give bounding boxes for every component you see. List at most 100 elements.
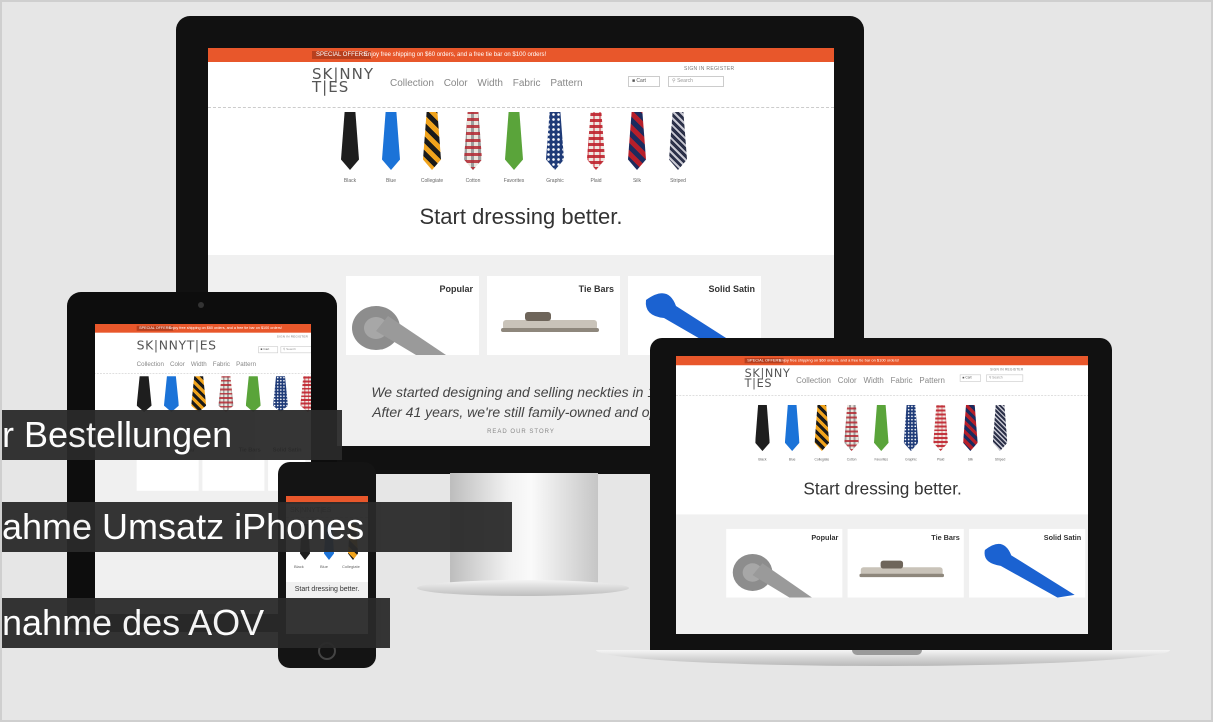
account-links[interactable]: SIGN IN REGISTER — [684, 66, 734, 72]
tie-silk[interactable] — [628, 112, 646, 170]
tie-graphic[interactable] — [903, 404, 919, 452]
nav-collection[interactable]: Collection — [137, 361, 164, 368]
nav-pattern[interactable]: Pattern — [919, 376, 945, 385]
tie-graphic[interactable] — [546, 112, 564, 170]
shipping-banner[interactable]: Enjoy free shipping on $60 orders, and a… — [779, 358, 899, 363]
nav-fabric[interactable]: Fabric — [513, 78, 541, 89]
cart-button[interactable]: ■ Cart — [959, 374, 981, 382]
tie-blue[interactable] — [784, 404, 800, 452]
special-offers-badge[interactable]: SPECIAL OFFERS — [312, 51, 372, 59]
account-links[interactable]: SIGN IN REGISTER — [990, 368, 1023, 372]
tie-favorites[interactable] — [505, 112, 523, 170]
tie-collegiate[interactable] — [423, 112, 441, 170]
nav-width[interactable]: Width — [863, 376, 883, 385]
cart-label: Cart — [263, 347, 270, 352]
nav-width[interactable]: Width — [477, 78, 503, 89]
tie-label: Striped — [670, 178, 686, 184]
tie-graphic[interactable] — [273, 376, 288, 413]
tie-label: Cotton — [465, 178, 481, 184]
main-nav: Collection Color Width Fabric Pattern — [796, 376, 948, 385]
nav-width[interactable]: Width — [191, 361, 207, 368]
tie-plaid[interactable] — [587, 112, 605, 170]
tie-collegiate[interactable] — [814, 404, 830, 452]
tie-label: Plaid — [936, 457, 945, 462]
site-header: SIGN IN REGISTER SK|NNYT|ES Collection C… — [95, 333, 311, 374]
tie-cotton[interactable] — [218, 376, 234, 413]
shipping-banner[interactable]: Enjoy free shipping on $60 orders, and a… — [169, 326, 282, 331]
tie-label: Black — [758, 457, 767, 462]
tie-black[interactable] — [341, 112, 359, 170]
search-input[interactable]: ⚲ Search — [280, 346, 311, 354]
search-input[interactable]: ⚲ Search — [668, 76, 724, 87]
nav-fabric[interactable]: Fabric — [891, 376, 913, 385]
website-laptop: SPECIAL OFFERS Enjoy free shipping on $6… — [676, 356, 1088, 634]
tie-label: Striped — [994, 457, 1006, 462]
cart-label: Cart — [636, 78, 646, 84]
tie-striped[interactable] — [992, 404, 1008, 452]
tie-striped[interactable] — [669, 112, 687, 170]
search-placeholder: Search — [992, 375, 1003, 380]
promo-bar: SPECIAL OFFERS Enjoy free shipping on $6… — [208, 48, 834, 62]
tie-plaid[interactable] — [933, 404, 948, 452]
nav-collection[interactable]: Collection — [390, 78, 434, 89]
tablet-camera — [198, 302, 204, 308]
tie-label: Graphic — [546, 178, 564, 184]
shipping-banner[interactable]: Enjoy free shipping on $60 orders, and a… — [364, 51, 546, 59]
cart-button[interactable]: ■ Cart — [628, 76, 660, 87]
tie-label: Favorites — [503, 178, 525, 184]
card-popular[interactable]: Popular — [726, 528, 843, 598]
tie-collegiate[interactable] — [191, 376, 207, 413]
nav-color[interactable]: Color — [838, 376, 857, 385]
nav-color[interactable]: Color — [444, 78, 468, 89]
card-label: Tie Bars — [578, 284, 614, 294]
caption-aov: nahme des AOV — [2, 598, 390, 648]
card-tie-bars[interactable]: Tie Bars — [847, 528, 964, 598]
tie-favorites[interactable] — [874, 404, 889, 452]
card-popular[interactable]: Popular — [346, 276, 479, 355]
special-offers-badge[interactable]: SPECIAL OFFERS — [744, 357, 784, 364]
promo-bar: SPECIAL OFFERS Enjoy free shipping on $6… — [95, 324, 311, 333]
nav-fabric[interactable]: Fabric — [213, 361, 230, 368]
tie-color-row — [136, 376, 311, 413]
tie-silk[interactable] — [963, 404, 978, 452]
caption-iphone-revenue: ahme Umsatz iPhones — [2, 502, 512, 552]
skinny-ties-logo[interactable]: SK|NNY T|ES — [745, 368, 790, 389]
tie-label: Collegiate — [814, 457, 830, 462]
laptop-device: SPECIAL OFFERS Enjoy free shipping on $6… — [650, 338, 1112, 650]
tie-blue[interactable] — [382, 112, 400, 170]
search-input[interactable]: ⚲ Search — [986, 374, 1024, 382]
card-solid-satin[interactable]: Solid Satin — [969, 528, 1086, 598]
card-label: Popular — [811, 534, 839, 543]
logo-line-1: SK|NNY — [136, 337, 187, 353]
tie-favorites[interactable] — [245, 376, 261, 413]
card-label: Tie Bars — [931, 534, 960, 543]
search-placeholder: Search — [677, 78, 693, 84]
nav-pattern[interactable]: Pattern — [550, 78, 582, 89]
website-tablet: SPECIAL OFFERS Enjoy free shipping on $6… — [95, 324, 311, 614]
tie-label: Favorites — [874, 457, 889, 462]
card-label: Solid Satin — [1043, 534, 1082, 543]
card-label: Solid Satin — [708, 284, 755, 294]
nav-collection[interactable]: Collection — [796, 376, 831, 385]
nav-pattern[interactable]: Pattern — [236, 361, 256, 368]
cart-button[interactable]: ■ Cart — [258, 346, 279, 354]
tie-label: Blue — [320, 564, 329, 569]
main-nav: Collection Color Width Fabric Pattern — [137, 361, 259, 368]
special-offers-badge[interactable]: SPECIAL OFFERS — [136, 325, 174, 331]
account-links[interactable]: SIGN IN REGISTER — [277, 335, 308, 339]
nav-color[interactable]: Color — [170, 361, 185, 368]
skinny-ties-logo[interactable]: SK|NNYT|ES — [137, 339, 261, 351]
tie-black[interactable] — [136, 376, 152, 413]
tie-blue[interactable] — [163, 376, 179, 413]
tie-plaid[interactable] — [300, 376, 311, 413]
tie-label: Collegiate — [420, 178, 444, 184]
skinny-ties-logo[interactable]: SK|NNY T|ES — [312, 67, 373, 95]
tie-black[interactable] — [755, 404, 770, 452]
caption-orders: r Bestellungen — [2, 410, 342, 460]
tie-cotton[interactable] — [464, 112, 482, 170]
tie-cotton[interactable] — [844, 404, 859, 452]
logo-line-2: T|ES — [186, 337, 217, 353]
tagline: Start dressing better. — [419, 204, 623, 229]
card-tie-bars[interactable]: Tie Bars — [487, 276, 620, 355]
laptop-notch — [852, 650, 922, 655]
